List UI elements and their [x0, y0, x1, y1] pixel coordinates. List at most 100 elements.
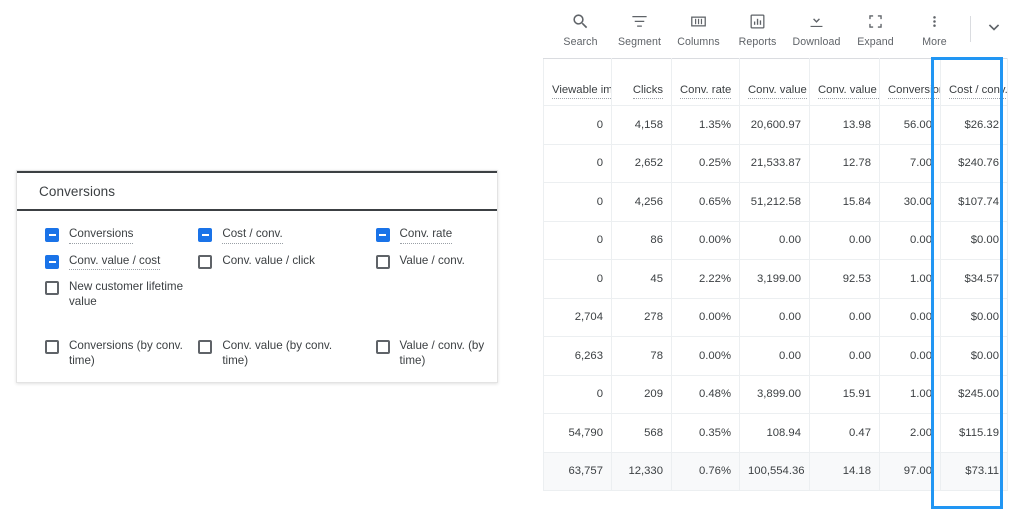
conversions-option-label: Cost / conv.	[222, 227, 283, 244]
column-header[interactable]: Conversions	[879, 58, 941, 106]
checkbox-unchecked-icon[interactable]	[375, 254, 390, 269]
table-cell: 45	[611, 259, 672, 299]
table-cell: 0.35%	[671, 413, 740, 453]
table-row: 0 4,158 1.35% 20,600.97 13.98 56.00 $26.32	[543, 105, 1008, 145]
checkbox-checked-icon[interactable]	[45, 228, 59, 242]
column-header[interactable]: Clicks	[611, 58, 672, 106]
toolbar-label-download: Download	[792, 35, 841, 48]
column-header[interactable]: Viewable impr.	[543, 58, 612, 106]
checkbox-unchecked-icon[interactable]	[45, 281, 59, 295]
conversions-option-label: Conversions	[69, 227, 134, 244]
table-cell: 0.65%	[671, 182, 740, 222]
table-cell: 51,212.58	[739, 182, 810, 222]
table-cell: 0	[543, 182, 612, 222]
column-header[interactable]: Conv. rate	[671, 58, 740, 106]
column-header[interactable]: Conv. value / cost	[809, 58, 880, 106]
conversions-option[interactable]: Conv. rate	[372, 222, 497, 249]
column-header-label: Viewable impr.	[552, 84, 611, 99]
table-cell: 2.22%	[671, 259, 740, 299]
table-cell: 15.84	[809, 182, 880, 222]
table-cell: 1.00	[879, 259, 941, 299]
checkbox-unchecked-icon[interactable]	[198, 254, 213, 269]
conversions-option[interactable]: Conversions (by conv. time)	[17, 334, 194, 373]
toolbar-button-search[interactable]: Search	[551, 11, 610, 48]
table-row: 0 4,256 0.65% 51,212.58 15.84 30.00 $107.74	[543, 182, 1008, 222]
column-header-label: Clicks	[632, 84, 663, 99]
table-cell: 0	[543, 105, 612, 145]
checkbox-checked-icon[interactable]	[198, 228, 213, 242]
table-cell: $107.74	[940, 182, 1008, 222]
checkbox-unchecked-icon[interactable]	[45, 340, 59, 354]
conversions-option[interactable]: Conv. value / cost	[17, 249, 194, 276]
checkbox-checked-icon[interactable]	[45, 254, 59, 269]
table-cell: $73.11	[940, 451, 1008, 491]
table-cell: 1.00	[879, 374, 941, 414]
table-cell: 15.91	[809, 374, 880, 414]
conversions-option-row: New customer lifetime value	[17, 275, 497, 314]
table-cell: 14.18	[809, 451, 880, 491]
conversions-option-row: Conversions Cost / conv. Conv. rate	[17, 222, 497, 249]
table-cell: 0.00	[739, 220, 810, 260]
table-cell: 209	[611, 374, 672, 414]
table-row: 2,704 278 0.00% 0.00 0.00 0.00 $0.00	[543, 297, 1008, 337]
table-cell: 56.00	[879, 105, 941, 145]
toolbar-button-more[interactable]: More	[905, 11, 964, 48]
table-cell: 30.00	[879, 182, 941, 222]
checkbox-unchecked-icon[interactable]	[375, 340, 390, 354]
column-header[interactable]: Cost / conv.	[940, 58, 1008, 106]
toolbar-label-segment: Segment	[617, 35, 662, 48]
table-cell: 1.35%	[671, 105, 740, 145]
conversions-option[interactable]: Cost / conv.	[194, 222, 371, 249]
table-cell: 0.00	[809, 336, 880, 376]
table-cell: 0	[543, 143, 612, 183]
table-row: 0 45 2.22% 3,199.00 92.53 1.00 $34.57	[543, 259, 1008, 299]
metrics-data-table: Viewable impr. Clicks Conv. rate Conv. valu…	[543, 58, 1008, 491]
table-cell: 12.78	[809, 143, 880, 183]
conversions-option[interactable]: Conv. value / click	[194, 249, 371, 276]
conversions-panel-header: Conversions	[17, 171, 497, 211]
conversions-option-label: Value / conv. (by time)	[399, 339, 485, 367]
table-cell: 108.94	[739, 413, 810, 453]
screen-root: Conversions Conversions Cost / conv. Conv.…	[0, 0, 1024, 525]
table-row: 0 86 0.00% 0.00 0.00 0.00 $0.00	[543, 220, 1008, 260]
table-cell-link[interactable]: 86	[611, 220, 672, 260]
table-cell: 0	[543, 374, 612, 414]
column-header[interactable]: Conv. value	[739, 58, 810, 106]
table-row: 0 209 0.48% 3,899.00 15.91 1.00 $245.00	[543, 374, 1008, 414]
conversions-option[interactable]: Value / conv. (by time)	[372, 334, 497, 373]
segment-icon	[630, 11, 649, 33]
conversions-option-label: Conv. value / click	[222, 253, 315, 267]
table-row: 6,263 78 0.00% 0.00 0.00 0.00 $0.00	[543, 336, 1008, 376]
column-header-label: Conv. rate	[680, 84, 732, 99]
conversions-checkbox-grid: Conversions Cost / conv. Conv. rate Conv. v…	[17, 211, 497, 373]
conversions-option-label: Conversions (by conv. time)	[69, 339, 183, 367]
toolbar-button-segment[interactable]: Segment	[610, 11, 669, 48]
column-header-label: Conversions	[888, 84, 940, 99]
toolbar-collapse-toggle[interactable]	[973, 17, 1015, 42]
conversions-option[interactable]: New customer lifetime value	[17, 275, 194, 314]
conversions-option[interactable]: Conversions	[17, 222, 194, 249]
conversions-option[interactable]: Conv. value (by conv. time)	[194, 334, 371, 373]
table-cell: 0.00%	[671, 297, 740, 337]
table-cell: $115.19	[940, 413, 1008, 453]
toolbar-button-reports[interactable]: Reports	[728, 11, 787, 48]
checkbox-checked-icon[interactable]	[375, 228, 390, 242]
table-cell: $34.57	[940, 259, 1008, 299]
checkbox-unchecked-icon[interactable]	[198, 340, 213, 354]
table-cell: 3,199.00	[739, 259, 810, 299]
conversions-option[interactable]: Value / conv.	[372, 249, 497, 276]
conversions-option-row: Conv. value / cost Conv. value / click Val…	[17, 249, 497, 276]
table-cell: 0.00	[809, 220, 880, 260]
toolbar-button-download[interactable]: Download	[787, 11, 846, 48]
toolbar-button-columns[interactable]: Columns	[669, 11, 728, 48]
search-icon	[571, 11, 590, 33]
table-cell: 0.76%	[671, 451, 740, 491]
conversions-option-label: Value / conv.	[399, 253, 465, 267]
conversions-option-label: Conv. value (by conv. time)	[222, 339, 333, 367]
table-toolbar: Search Segment Columns Reports Download …	[543, 0, 1024, 58]
table-cell-link[interactable]: 20,600.97	[739, 105, 810, 145]
table-cell: $245.00	[940, 374, 1008, 414]
table-cell: 0.48%	[671, 374, 740, 414]
table-cell: $240.76	[940, 143, 1008, 183]
toolbar-button-expand[interactable]: Expand	[846, 11, 905, 48]
